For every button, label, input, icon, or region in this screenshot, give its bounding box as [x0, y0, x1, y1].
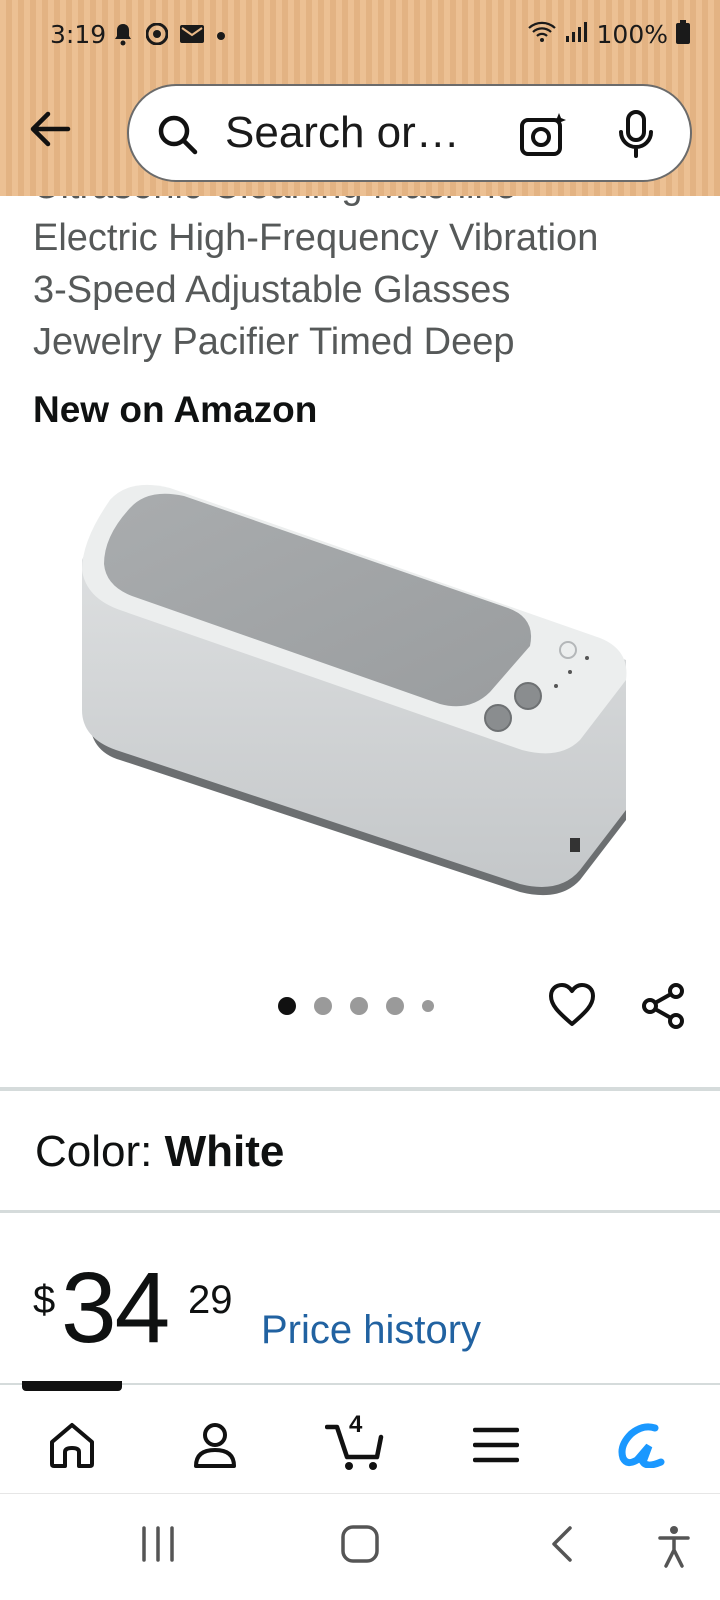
search-input[interactable]: Search or… — [225, 108, 460, 158]
system-navigation-bar — [0, 1493, 720, 1600]
camera-search-icon[interactable] — [519, 111, 567, 164]
system-back-button[interactable] — [548, 1524, 578, 1569]
product-title-line: Electric High-Frequency Vibration — [33, 217, 599, 259]
product-image[interactable] — [60, 460, 660, 920]
carousel-dot[interactable] — [350, 997, 368, 1015]
color-value: White — [164, 1127, 285, 1176]
nav-home[interactable] — [42, 1415, 102, 1475]
back-arrow-icon — [30, 111, 71, 147]
price-currency-symbol: $ — [33, 1278, 56, 1322]
back-button[interactable] — [26, 105, 74, 153]
home-square-icon — [341, 1525, 379, 1563]
account-icon — [194, 1423, 236, 1468]
price-history-link[interactable]: Price history — [261, 1308, 481, 1353]
battery-percent: 100% — [596, 20, 668, 49]
bottom-navigation: 4 — [0, 1381, 720, 1493]
home-button[interactable] — [340, 1524, 380, 1569]
rufus-icon — [618, 1423, 665, 1468]
price-whole: 34 — [61, 1252, 170, 1364]
section-divider — [0, 1210, 720, 1213]
chrome-icon — [145, 22, 169, 50]
microphone-icon[interactable] — [616, 110, 656, 165]
recents-icon — [142, 1526, 174, 1562]
accessibility-icon — [658, 1526, 690, 1568]
recents-button[interactable] — [140, 1524, 176, 1569]
share-icon — [642, 983, 684, 1029]
search-bar[interactable]: Search or… — [127, 84, 692, 182]
product-title-line: Jewelry Pacifier Timed Deep — [33, 321, 515, 363]
cart-count-badge: 4 — [349, 1411, 363, 1438]
accessibility-button[interactable] — [656, 1524, 692, 1573]
color-selector[interactable]: Color: White — [35, 1127, 284, 1177]
status-time: 3:19 — [50, 20, 107, 49]
status-bar: 3:19 100% — [0, 0, 720, 70]
price-fraction: 29 — [188, 1278, 233, 1322]
product-title-line: 3-Speed Adjustable Glasses — [33, 269, 511, 311]
heart-icon — [549, 983, 595, 1026]
nav-rufus[interactable] — [610, 1415, 670, 1475]
chevron-left-icon — [552, 1526, 572, 1562]
nav-menu[interactable] — [466, 1415, 526, 1475]
signal-icon — [565, 21, 589, 48]
system-icons: 100% — [527, 20, 690, 49]
search-icon — [157, 114, 199, 161]
notification-icons — [112, 22, 226, 51]
carousel-dot-active[interactable] — [278, 997, 296, 1015]
bell-icon — [112, 22, 134, 51]
ultrasonic-cleaner-image — [82, 484, 627, 896]
app-header: 3:19 100% Search or… — [0, 0, 720, 196]
add-to-wishlist-button[interactable] — [548, 982, 596, 1033]
menu-icon — [473, 1427, 519, 1463]
share-button[interactable] — [640, 982, 688, 1035]
carousel-dot[interactable] — [422, 1000, 434, 1012]
new-on-amazon-badge: New on Amazon — [33, 389, 318, 430]
nav-account[interactable] — [185, 1415, 245, 1475]
mail-icon — [180, 25, 204, 48]
wifi-icon — [527, 20, 557, 49]
carousel-dot[interactable] — [386, 997, 404, 1015]
image-carousel-dots[interactable] — [278, 997, 434, 1015]
section-divider — [0, 1087, 720, 1091]
color-label: Color: — [35, 1127, 153, 1176]
active-tab-indicator — [22, 1381, 122, 1391]
battery-icon — [676, 20, 690, 49]
dot-icon — [216, 28, 226, 46]
nav-cart[interactable]: 4 — [325, 1411, 385, 1475]
home-icon — [50, 1423, 94, 1468]
carousel-dot[interactable] — [314, 997, 332, 1015]
